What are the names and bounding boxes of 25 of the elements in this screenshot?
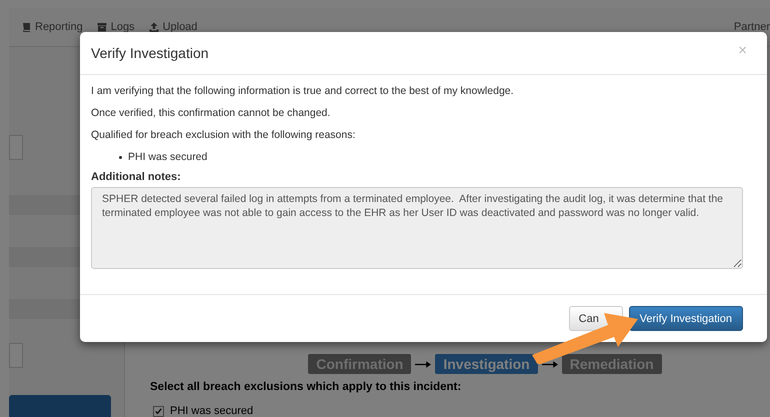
paragraph: Once verified, this confirmation cannot be changed. xyxy=(91,106,332,121)
sidebar-field[interactable] xyxy=(9,135,23,160)
bullet-icon xyxy=(119,156,122,159)
arrow-icon xyxy=(542,360,558,368)
notes-field[interactable]: SPHER detected several failed log in attempts from a terminated employee. After investigating the audit log, it was determine that the terminated employee was not able to gain access to the EHR as her User ID was deactivated and password was no longer valid. xyxy=(91,187,743,269)
paragraph: Qualified for breach exclusion with the following reasons: xyxy=(91,128,356,143)
arrow-icon xyxy=(415,360,432,368)
user-link[interactable]: Partner xyxy=(734,21,770,33)
step-label[interactable]: Investigation xyxy=(435,354,538,374)
nav-link[interactable]: Upload xyxy=(148,21,198,33)
nav-link[interactable]: Logs xyxy=(96,21,135,33)
sidebar-field[interactable] xyxy=(9,343,23,368)
upload-icon xyxy=(148,22,159,32)
book-icon xyxy=(21,22,31,32)
exclusions-prompt: Select all breach exclusions which apply to this incident: xyxy=(150,381,462,393)
modal-title: Verify Investigation xyxy=(91,45,209,61)
nav-link[interactable]: Reporting xyxy=(21,21,83,33)
reason-item: PHI was secured xyxy=(128,150,208,165)
close-button[interactable]: × xyxy=(738,42,747,58)
option-label: PHI was secured xyxy=(170,405,254,417)
verify-button[interactable]: Verify Investigation xyxy=(628,306,743,331)
paragraph: I am verifying that the following information is true and correct to the best of my knowledge. xyxy=(91,84,515,99)
notes-label: Additional notes: xyxy=(91,171,182,183)
checkbox[interactable] xyxy=(153,406,164,416)
sidebar-button[interactable] xyxy=(9,395,111,417)
